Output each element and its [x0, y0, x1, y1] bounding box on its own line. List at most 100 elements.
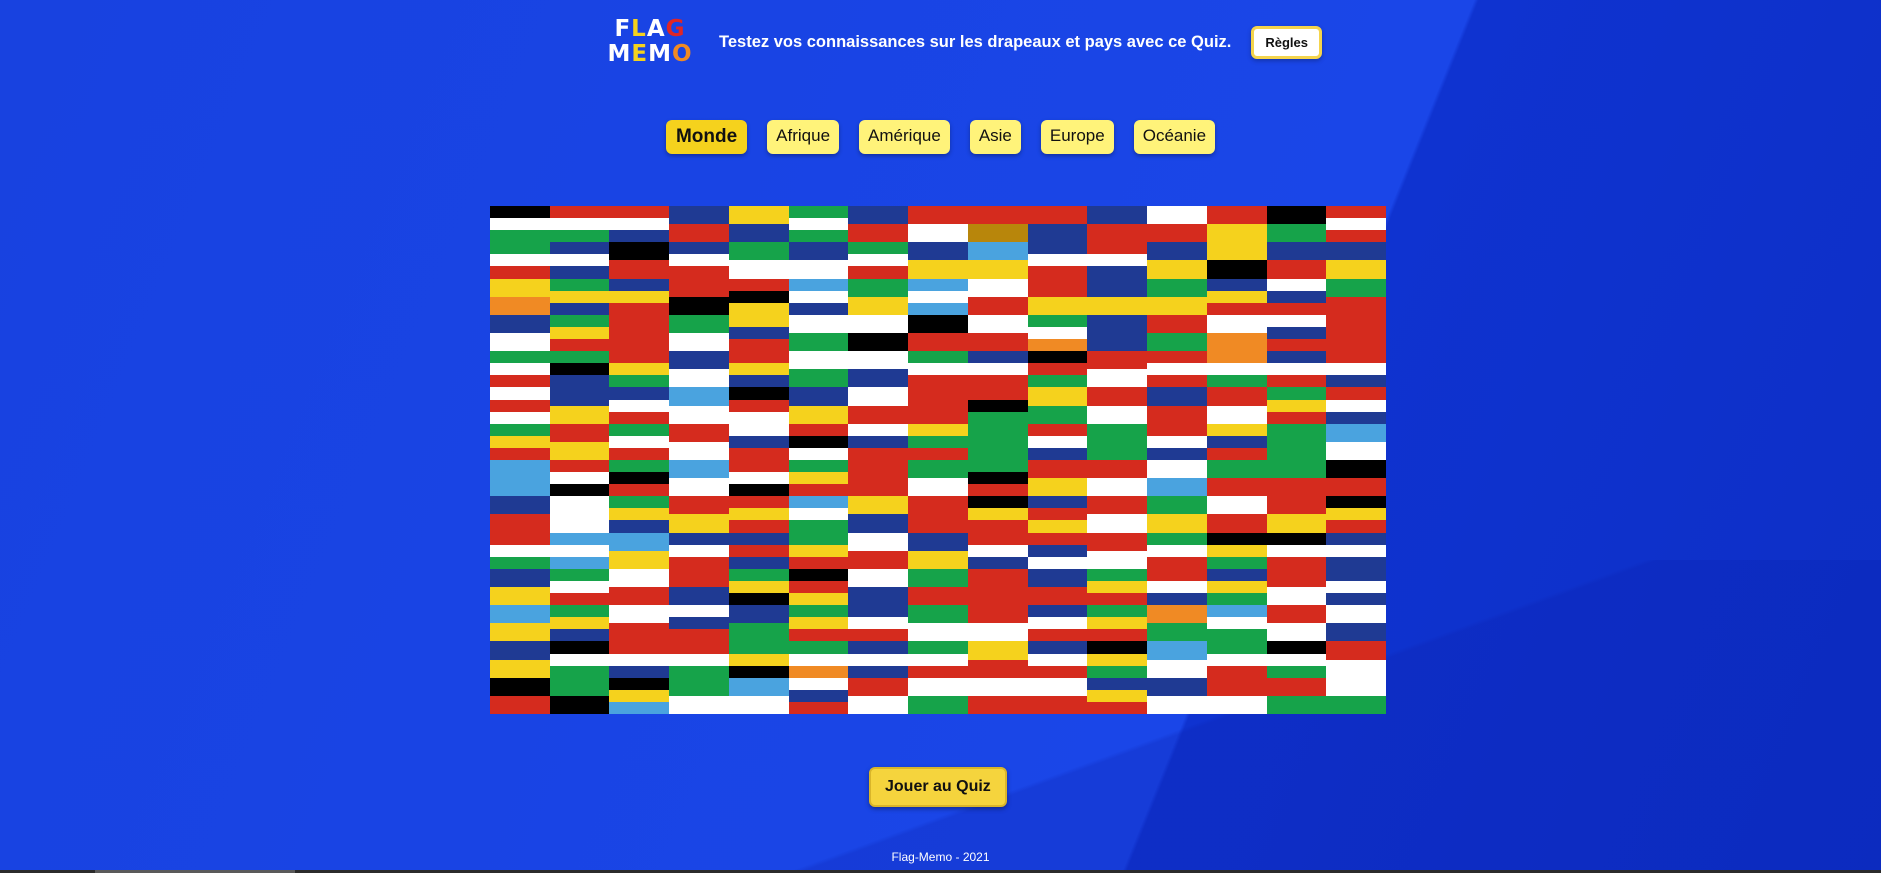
- flag-tile[interactable]: [908, 314, 968, 352]
- flag-tile[interactable]: [1087, 568, 1148, 606]
- flag-tile[interactable]: [1087, 532, 1148, 569]
- flag-tile[interactable]: [609, 641, 670, 678]
- flag-tile[interactable]: [1147, 423, 1207, 460]
- flag-tile[interactable]: [728, 568, 789, 606]
- flag-tile[interactable]: [1266, 641, 1327, 678]
- flag-tile[interactable]: [1147, 351, 1207, 388]
- flag-tile[interactable]: [1027, 532, 1088, 569]
- flag-tile[interactable]: [1147, 677, 1207, 714]
- flag-tile[interactable]: [490, 314, 550, 352]
- flag-tile[interactable]: [549, 568, 610, 606]
- flag-tile[interactable]: [1147, 314, 1207, 352]
- flag-tile[interactable]: [788, 387, 849, 424]
- flag-tile[interactable]: [1326, 459, 1386, 497]
- flag-tile[interactable]: [967, 532, 1028, 569]
- flag-tile[interactable]: [1206, 605, 1267, 642]
- flag-tile[interactable]: [1087, 677, 1148, 714]
- flag-tile[interactable]: [549, 459, 610, 497]
- region-button-amerique[interactable]: Amérique: [859, 120, 950, 154]
- flag-tile[interactable]: [490, 423, 550, 460]
- flag-tile[interactable]: [848, 314, 909, 352]
- flag-tile[interactable]: [609, 278, 670, 315]
- flag-tile[interactable]: [669, 278, 729, 315]
- flag-tile[interactable]: [1326, 605, 1386, 642]
- flag-tile[interactable]: [490, 387, 550, 424]
- flag-tile[interactable]: [788, 242, 849, 279]
- flag-tile[interactable]: [1326, 242, 1386, 279]
- flag-tile[interactable]: [848, 206, 909, 243]
- flag-tile[interactable]: [908, 387, 968, 424]
- flag-tile[interactable]: [609, 496, 670, 533]
- flag-tile[interactable]: [490, 351, 550, 388]
- flag-tile[interactable]: [549, 351, 610, 388]
- flag-tile[interactable]: [669, 641, 729, 678]
- flag-tile[interactable]: [669, 351, 729, 388]
- flag-tile[interactable]: [669, 423, 729, 460]
- flag-tile[interactable]: [1326, 387, 1386, 424]
- flag-tile[interactable]: [609, 532, 670, 569]
- flag-tile[interactable]: [1266, 314, 1327, 352]
- flag-tile[interactable]: [1266, 677, 1327, 714]
- flag-tile[interactable]: [1027, 387, 1088, 424]
- flag-tile[interactable]: [1147, 641, 1207, 678]
- flag-tile[interactable]: [669, 496, 729, 533]
- flag-tile[interactable]: [848, 568, 909, 606]
- flag-tile[interactable]: [848, 605, 909, 642]
- flag-tile[interactable]: [967, 677, 1028, 714]
- flag-tile[interactable]: [1326, 278, 1386, 315]
- flag-tile[interactable]: [1206, 532, 1267, 569]
- flag-tile[interactable]: [967, 351, 1028, 388]
- flag-tile[interactable]: [1027, 423, 1088, 460]
- region-button-oceanie[interactable]: Océanie: [1133, 120, 1216, 154]
- flag-tile[interactable]: [609, 677, 670, 714]
- flag-tile[interactable]: [967, 568, 1028, 606]
- flag-tile[interactable]: [1206, 641, 1267, 678]
- flag-tile[interactable]: [549, 278, 610, 315]
- region-button-monde[interactable]: Monde: [665, 120, 748, 154]
- flag-tile[interactable]: [609, 387, 670, 424]
- flag-tile[interactable]: [490, 496, 550, 533]
- flag-tile[interactable]: [549, 641, 610, 678]
- flag-tile[interactable]: [1326, 677, 1386, 714]
- flag-tile[interactable]: [728, 423, 789, 460]
- flag-tile[interactable]: [1087, 351, 1148, 388]
- flag-tile[interactable]: [788, 605, 849, 642]
- flag-tile[interactable]: [967, 242, 1028, 279]
- flag-tile[interactable]: [788, 641, 849, 678]
- flag-tile[interactable]: [728, 351, 789, 388]
- flag-tile[interactable]: [848, 351, 909, 388]
- flag-tile[interactable]: [848, 278, 909, 315]
- flag-tile[interactable]: [1326, 314, 1386, 352]
- flag-tile[interactable]: [669, 568, 729, 606]
- flag-tile[interactable]: [1027, 206, 1088, 243]
- flag-tile[interactable]: [609, 314, 670, 352]
- flag-tile[interactable]: [490, 641, 550, 678]
- flag-tile[interactable]: [788, 459, 849, 497]
- flag-tile[interactable]: [1027, 496, 1088, 533]
- flag-tile[interactable]: [490, 206, 550, 243]
- flag-tile[interactable]: [1147, 278, 1207, 315]
- flag-tile[interactable]: [1027, 351, 1088, 388]
- flag-tile[interactable]: [1206, 314, 1267, 352]
- flag-tile[interactable]: [1206, 459, 1267, 497]
- flag-tile[interactable]: [1147, 459, 1207, 497]
- flag-tile[interactable]: [848, 677, 909, 714]
- flag-tile[interactable]: [967, 496, 1028, 533]
- flag-tile[interactable]: [490, 242, 550, 279]
- flag-tile[interactable]: [609, 605, 670, 642]
- rules-button[interactable]: Règles: [1251, 25, 1323, 59]
- flag-tile[interactable]: [788, 278, 849, 315]
- flag-tile[interactable]: [609, 206, 670, 243]
- flag-tile[interactable]: [1087, 605, 1148, 642]
- flag-tile[interactable]: [669, 605, 729, 642]
- flag-tile[interactable]: [728, 605, 789, 642]
- flag-tile[interactable]: [1206, 278, 1267, 315]
- flag-tile[interactable]: [1147, 206, 1207, 243]
- flag-tile[interactable]: [609, 351, 670, 388]
- flag-tile[interactable]: [549, 423, 610, 460]
- flag-tile[interactable]: [549, 532, 610, 569]
- flag-tile[interactable]: [1266, 459, 1327, 497]
- flag-tile[interactable]: [1027, 314, 1088, 352]
- flag-tile[interactable]: [908, 459, 968, 497]
- flag-memo-logo[interactable]: FLAG MEMO: [605, 17, 695, 67]
